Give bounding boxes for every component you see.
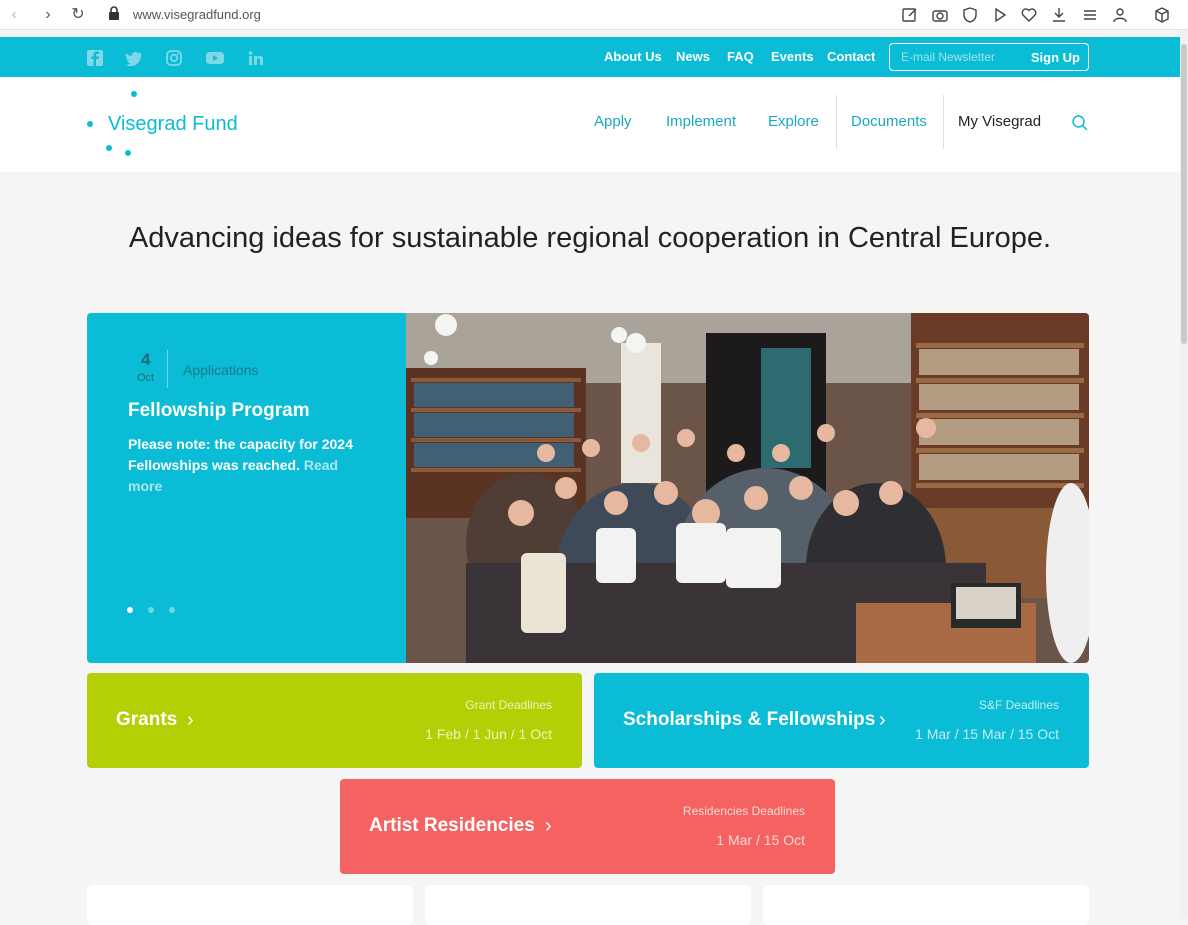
menu-icon[interactable] <box>1081 6 1099 24</box>
date-month: Oct <box>137 372 155 384</box>
menu-apply[interactable]: Apply <box>594 113 632 130</box>
camera-icon[interactable] <box>931 6 949 24</box>
address-bar[interactable]: www.visegradfund.org <box>133 7 261 22</box>
news-link[interactable]: News <box>676 49 710 64</box>
profile-icon[interactable] <box>1111 6 1129 24</box>
grants-deadlines: 1 Feb / 1 Jun / 1 Oct <box>425 726 552 742</box>
facebook-icon[interactable] <box>86 49 104 67</box>
twitter-icon[interactable] <box>125 49 143 67</box>
menu-implement[interactable]: Implement <box>666 113 736 130</box>
hero-slider: 4 Oct Applications Fellowship Program Pl… <box>87 313 1089 663</box>
menu-divider <box>836 95 837 149</box>
grants-deadline-label: Grant Deadlines <box>465 698 552 712</box>
slide-dot-3[interactable] <box>169 607 175 613</box>
heart-icon[interactable] <box>1020 6 1038 24</box>
extensions-icon[interactable] <box>1153 6 1171 24</box>
play-icon[interactable] <box>991 6 1009 24</box>
youtube-icon[interactable] <box>206 49 224 67</box>
residencies-deadlines: 1 Mar / 15 Oct <box>716 832 805 848</box>
slide-dot-1[interactable] <box>127 607 133 613</box>
about-us-link[interactable]: About Us <box>604 49 662 64</box>
scholarships-deadlines: 1 Mar / 15 Mar / 15 Oct <box>915 726 1059 742</box>
download-icon[interactable] <box>1050 6 1068 24</box>
hero-photo <box>406 313 1089 663</box>
residencies-deadline-label: Residencies Deadlines <box>682 804 805 818</box>
grants-card[interactable]: Grants › Grant Deadlines 1 Feb / 1 Jun /… <box>87 673 582 768</box>
chevron-right-icon: › <box>545 815 552 837</box>
info-card[interactable] <box>763 885 1089 925</box>
menu-my-visegrad[interactable]: My Visegrad <box>958 113 1041 130</box>
hero-panel: 4 Oct Applications Fellowship Program Pl… <box>87 313 406 663</box>
edit-icon[interactable] <box>901 6 919 24</box>
tagline: Advancing ideas for sustainable regional… <box>128 222 1052 254</box>
slide-dot-2[interactable] <box>148 607 154 613</box>
menu-documents[interactable]: Documents <box>851 113 927 130</box>
newsletter-email-input[interactable]: E-mail Newsletter <box>901 50 995 64</box>
top-bar: About Us News FAQ Events Contact E-mail … <box>0 37 1180 77</box>
date-divider <box>167 350 168 388</box>
scholarships-title: Scholarships & Fellowships <box>623 709 876 730</box>
search-icon[interactable] <box>1071 114 1089 132</box>
logo-text: Visegrad Fund <box>108 113 238 135</box>
shield-icon[interactable] <box>961 6 979 24</box>
reload-icon[interactable]: ↻ <box>68 5 88 25</box>
browser-toolbar: ‹ › ↻ www.visegradfund.org <box>0 0 1188 30</box>
forward-button[interactable]: › <box>38 5 58 25</box>
hero-text: Please note: the capacity for 2024 Fello… <box>128 434 368 497</box>
chevron-right-icon: › <box>879 709 886 731</box>
linkedin-icon[interactable] <box>247 49 265 67</box>
info-card[interactable] <box>425 885 751 925</box>
menu-divider <box>943 95 944 149</box>
artist-residencies-card[interactable]: Artist Residencies › Residencies Deadlin… <box>340 779 835 874</box>
scrollbar-thumb[interactable] <box>1181 44 1187 344</box>
newsletter-form: E-mail Newsletter Sign Up <box>889 43 1089 71</box>
site-header: Visegrad Fund Apply Implement Explore Do… <box>0 77 1180 172</box>
hero-category: Applications <box>183 362 259 378</box>
logo-dot <box>106 145 112 151</box>
logo-dot <box>131 91 137 97</box>
grants-title: Grants <box>116 709 178 730</box>
faq-link[interactable]: FAQ <box>727 49 754 64</box>
page-scrollbar[interactable] <box>1180 30 1188 919</box>
residencies-title: Artist Residencies <box>369 815 535 836</box>
logo-dot <box>125 150 131 156</box>
chevron-right-icon: › <box>187 709 194 731</box>
logo-dot <box>87 121 93 127</box>
scholarships-card[interactable]: Scholarships & Fellowships › S&F Deadlin… <box>594 673 1089 768</box>
contact-link[interactable]: Contact <box>827 49 875 64</box>
hero-title[interactable]: Fellowship Program <box>128 400 310 422</box>
lock-icon <box>108 6 120 20</box>
menu-explore[interactable]: Explore <box>768 113 819 130</box>
events-link[interactable]: Events <box>771 49 814 64</box>
sign-up-button[interactable]: Sign Up <box>1031 50 1080 65</box>
scholarships-deadline-label: S&F Deadlines <box>978 698 1059 712</box>
date-day: 4 <box>141 350 151 369</box>
info-card[interactable] <box>87 885 413 925</box>
instagram-icon[interactable] <box>165 49 183 67</box>
back-button[interactable]: ‹ <box>4 5 24 25</box>
